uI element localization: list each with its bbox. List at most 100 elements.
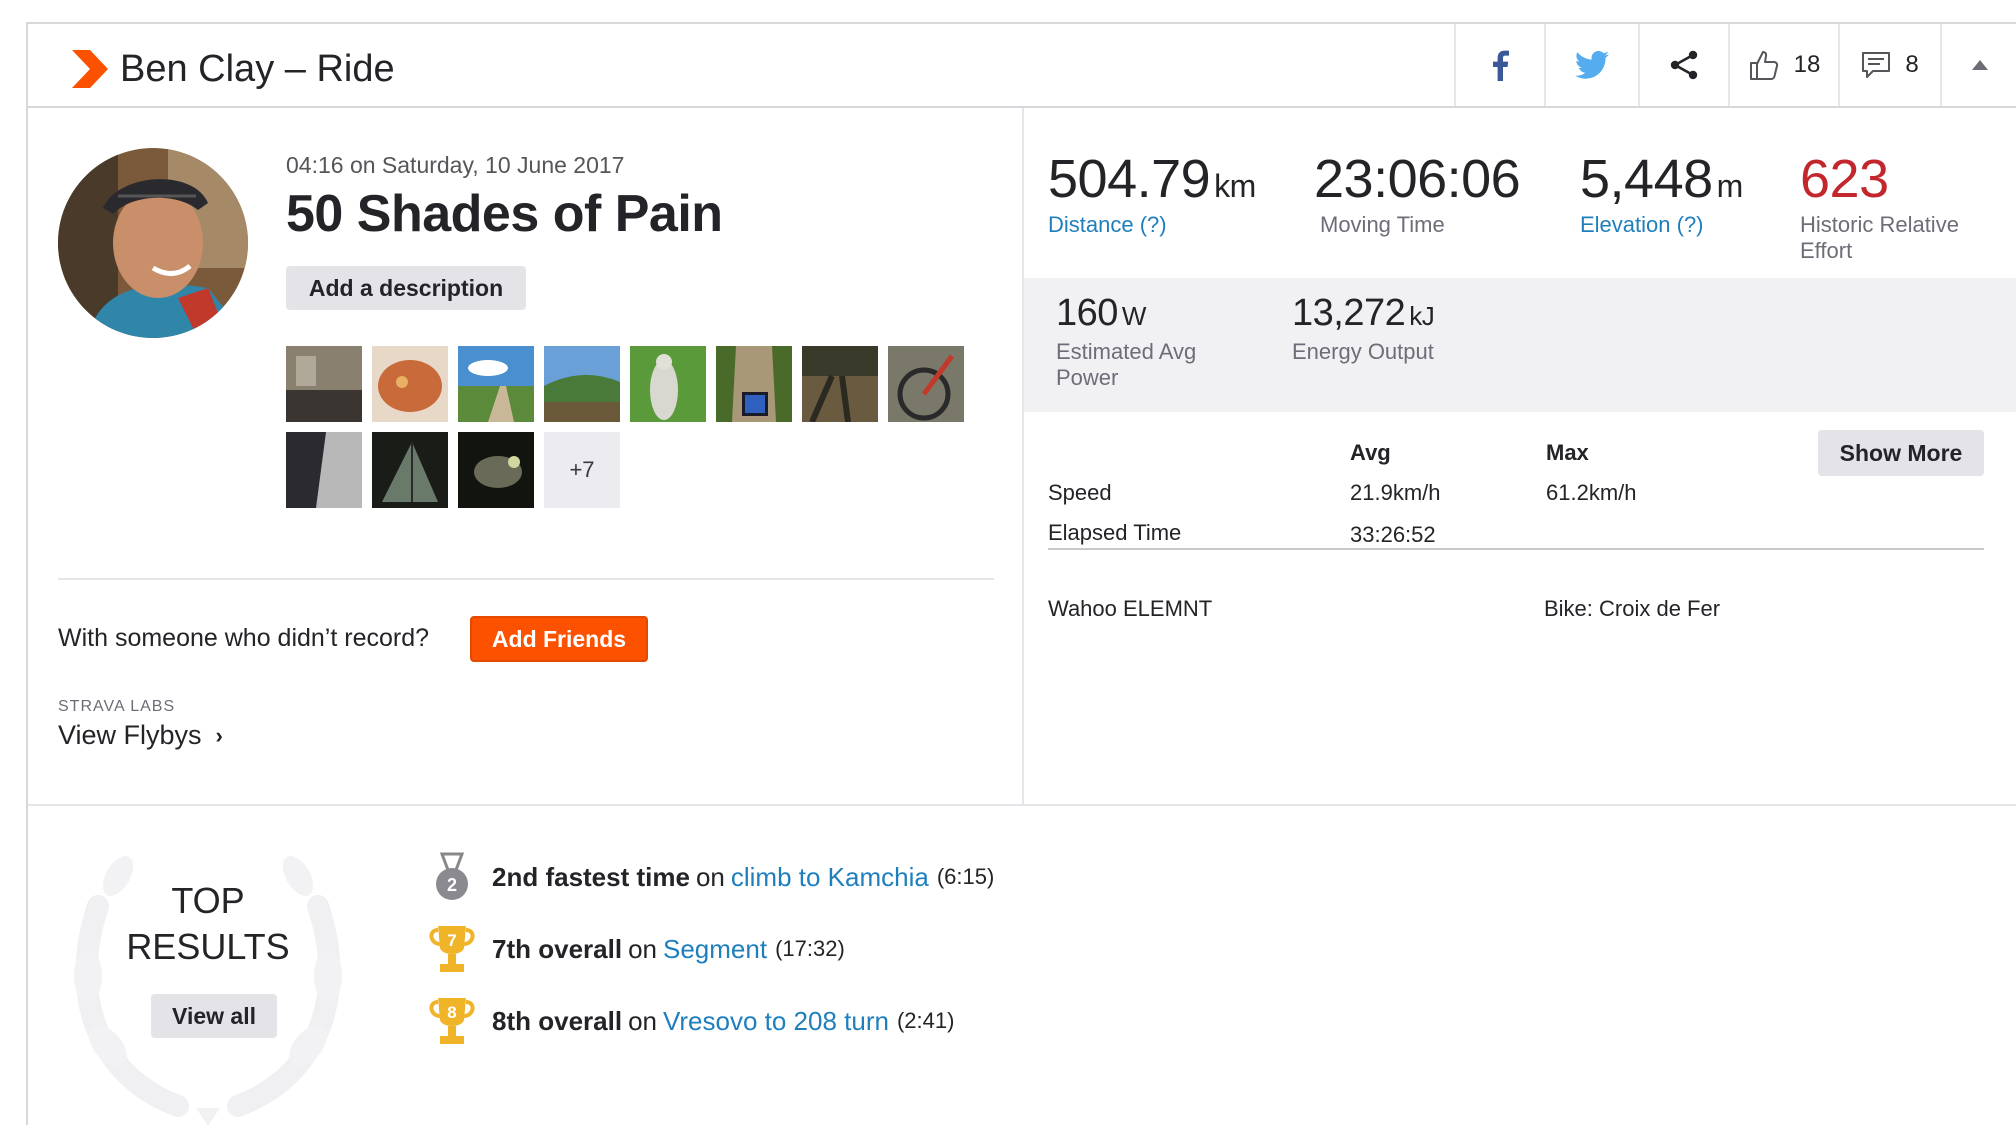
activity-stats: 504.79 km Distance (?) 23:06:06 Moving Ti…: [1024, 108, 2016, 804]
photo-thumbnail[interactable]: [630, 346, 706, 422]
page-title: Ben Clay – Ride: [120, 48, 395, 90]
power-value: 160: [1056, 292, 1118, 334]
result-on: on: [628, 933, 657, 964]
add-friends-button[interactable]: Add Friends: [470, 616, 648, 662]
photo-thumbnail[interactable]: [458, 432, 534, 508]
elapsed-time-avg: 33:26:52: [1350, 522, 1436, 547]
photo-image: [286, 346, 362, 422]
top-results-section: TOP RESULTS View all 2 2nd fastest time …: [28, 804, 2016, 1125]
facebook-share-button[interactable]: [1454, 24, 1544, 106]
kudos-button[interactable]: 18: [1728, 24, 1838, 106]
segment-link[interactable]: Vresovo to 208 turn: [663, 1006, 889, 1037]
elevation-value: 5,448: [1580, 149, 1713, 209]
chevron-right-icon: ›: [215, 722, 223, 748]
segment-link[interactable]: climb to Kamchia: [731, 862, 929, 893]
power-stat: 160 W Estimated Avg Power: [1056, 292, 1196, 391]
activity-name: 50 Shades of Pain: [286, 185, 723, 243]
photo-image: [716, 346, 792, 422]
result-time: (17:32): [775, 936, 845, 961]
twitter-share-button[interactable]: [1544, 24, 1638, 106]
top-results-line2: RESULTS: [126, 926, 290, 967]
photo-thumbnail[interactable]: [802, 346, 878, 422]
show-more-button[interactable]: Show More: [1818, 430, 1984, 476]
photo-thumbnail[interactable]: [544, 346, 620, 422]
relative-effort-label-line2: Effort: [1800, 238, 1853, 263]
result-item: 7 7th overall on Segment (17:32): [428, 924, 845, 974]
power-label-line1: Estimated Avg: [1056, 339, 1197, 364]
header-actions: 18 8: [1454, 24, 2016, 106]
top-results-heading: TOP RESULTS: [88, 878, 328, 970]
avatar[interactable]: [58, 148, 248, 338]
kudos-count: 18: [1793, 51, 1821, 78]
result-time: (2:41): [896, 1008, 955, 1033]
caret-up-icon: [1972, 60, 1988, 70]
strava-labs-label: STRAVA LABS: [58, 698, 176, 715]
secondary-stats: 160 W Estimated Avg Power 13,272 kJ Energy…: [1024, 278, 2016, 412]
elevation-unit: m: [1716, 168, 1744, 204]
segment-link[interactable]: Segment: [663, 934, 767, 965]
photo-image: [372, 346, 448, 422]
comment-count: 8: [1905, 51, 1919, 78]
device-name: Wahoo ELEMNT: [1048, 596, 1213, 621]
relative-effort-stat[interactable]: 623 Historic Relative Effort: [1800, 148, 1959, 264]
avg-column-header: Avg: [1350, 440, 1391, 465]
trophy-rank: 7: [447, 931, 456, 950]
share-icon: [1670, 50, 1698, 80]
top-results-line1: TOP: [171, 880, 245, 921]
strava-logo-icon: [72, 50, 108, 88]
result-item: 8 8th overall on Vresovo to 208 turn (2:…: [428, 996, 954, 1046]
elevation-label[interactable]: Elevation (?): [1580, 212, 1743, 238]
result-on: on: [628, 1005, 657, 1036]
photo-image: [458, 432, 534, 508]
add-friends-prompt: With someone who didn’t record?: [58, 624, 430, 652]
elapsed-time-label: Elapsed Time: [1048, 520, 1182, 545]
photo-thumbnail[interactable]: [286, 346, 362, 422]
moving-time-label: Moving Time: [1320, 212, 1445, 237]
comment-icon: [1862, 52, 1891, 78]
result-achievement: 7th overall: [492, 933, 623, 964]
view-flybys-link[interactable]: View Flybys ›: [58, 720, 223, 751]
moving-time-value: 23:06:06: [1314, 149, 1521, 209]
bike-name[interactable]: Bike: Croix de Fer: [1544, 596, 1720, 622]
photo-image: [802, 346, 878, 422]
share-button[interactable]: [1638, 24, 1728, 106]
photo-thumbnail[interactable]: [888, 346, 964, 422]
photo-image: [630, 346, 706, 422]
result-item: 2 2nd fastest time on climb to Kamchia (…: [428, 852, 994, 902]
distance-value: 504.79: [1048, 149, 1211, 209]
result-achievement: 2nd fastest time: [492, 861, 690, 892]
energy-stat: 13,272 kJ Energy Output: [1292, 292, 1435, 365]
photo-thumbnail[interactable]: [286, 432, 362, 508]
moving-time-stat: 23:06:06 Moving Time: [1314, 148, 1521, 238]
comments-button[interactable]: 8: [1838, 24, 1940, 106]
result-achievement: 8th overall: [492, 1005, 623, 1036]
photo-thumbnail[interactable]: [458, 346, 534, 422]
thumbs-up-icon: [1749, 51, 1778, 80]
photo-thumbnail[interactable]: [372, 346, 448, 422]
activity-card: Ben Clay – Ride 18 8 04:16 on Saturday, …: [26, 22, 2016, 1125]
photo-thumbnail[interactable]: [372, 432, 448, 508]
speed-label: Speed: [1048, 480, 1112, 505]
speed-avg: 21.9km/h: [1350, 480, 1441, 505]
add-description-button[interactable]: Add a description: [286, 266, 526, 310]
view-all-button[interactable]: View all: [151, 994, 277, 1038]
silver-medal-icon: 2: [436, 852, 468, 900]
power-unit: W: [1121, 301, 1147, 331]
result-time: (6:15): [936, 864, 995, 889]
view-flybys-label: View Flybys: [58, 720, 202, 750]
energy-unit: kJ: [1409, 301, 1435, 331]
activity-details: 04:16 on Saturday, 10 June 2017 50 Shade…: [28, 108, 1024, 804]
elevation-stat: 5,448 m Elevation (?): [1580, 148, 1743, 238]
more-photos-button[interactable]: +7: [544, 432, 620, 508]
gold-trophy-icon: 8: [429, 998, 475, 1044]
laurel-wreath-icon: [74, 856, 342, 1125]
distance-label[interactable]: Distance (?): [1048, 212, 1256, 238]
collapse-button[interactable]: [1940, 24, 2016, 106]
twitter-icon: [1575, 51, 1609, 79]
max-column-header: Max: [1546, 440, 1589, 465]
gold-trophy-icon: 7: [429, 926, 475, 972]
relative-effort-value: 623: [1800, 149, 1889, 209]
photo-thumbnail[interactable]: [716, 346, 792, 422]
facebook-icon: [1493, 50, 1509, 81]
divider: [1048, 548, 1984, 550]
